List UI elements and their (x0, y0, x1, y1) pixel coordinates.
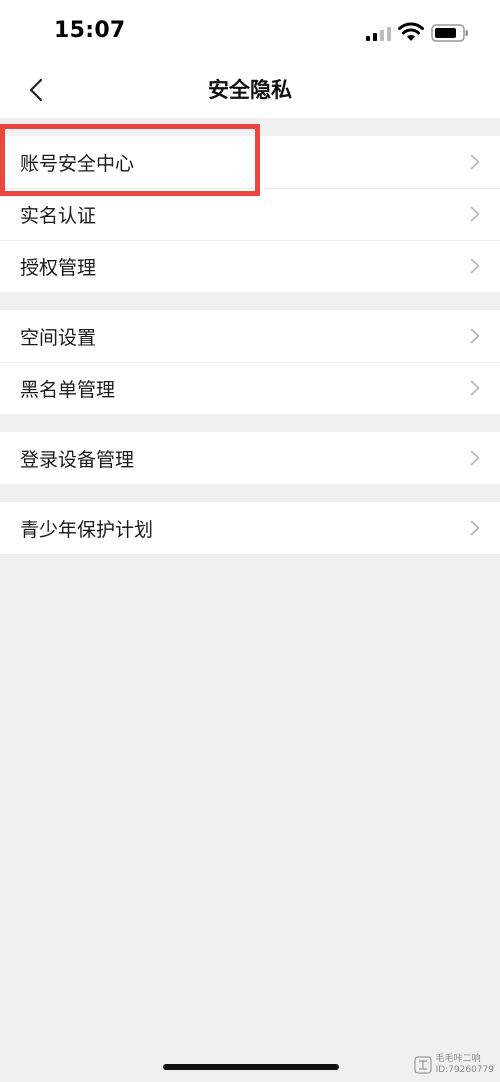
menu-item-authorization-management[interactable]: 授权管理 (0, 240, 500, 292)
menu-item-account-security-center[interactable]: 账号安全中心 (0, 136, 500, 188)
menu-item-space-settings[interactable]: 空间设置 (0, 310, 500, 362)
settings-group-space: 空间设置 黑名单管理 (0, 310, 500, 414)
chevron-right-icon (470, 154, 480, 170)
section-gap (0, 484, 500, 502)
menu-item-youth-protection-plan[interactable]: 青少年保护计划 (0, 502, 500, 554)
menu-item-label: 账号安全中心 (20, 152, 135, 175)
menu-item-blacklist-management[interactable]: 黑名单管理 (0, 362, 500, 414)
chevron-right-icon (470, 380, 480, 396)
menu-item-label: 实名认证 (20, 204, 97, 227)
navigation-bar: 安全隐私 (0, 64, 500, 118)
menu-item-label: 授权管理 (20, 256, 97, 279)
menu-item-label: 青少年保护计划 (20, 518, 154, 541)
battery-icon (431, 24, 468, 42)
watermark-text: 毛毛咔二响 ID:79260779 (436, 1054, 494, 1076)
watermark-line-2: ID:79260779 (435, 1065, 494, 1075)
chevron-right-icon (470, 206, 480, 222)
page-title: 安全隐私 (208, 78, 292, 102)
section-gap (0, 292, 500, 310)
menu-item-login-device-management[interactable]: 登录设备管理 (0, 432, 500, 484)
watermark: 毛毛咔二响 ID:79260779 (413, 1054, 494, 1076)
chevron-right-icon (470, 520, 480, 536)
menu-item-label: 登录设备管理 (20, 448, 135, 471)
section-gap (0, 414, 500, 432)
home-indicator[interactable] (163, 1064, 339, 1070)
settings-group-account: 账号安全中心 实名认证 授权管理 (0, 136, 500, 292)
status-time: 15:07 (54, 18, 126, 43)
menu-item-label: 空间设置 (20, 326, 97, 349)
chevron-right-icon (470, 328, 480, 344)
settings-group-devices: 登录设备管理 (0, 432, 500, 484)
watermark-line-1: 毛毛咔二响 (435, 1054, 481, 1064)
status-bar: 15:07 (0, 0, 500, 64)
section-gap (0, 118, 500, 136)
header-area: 15:07 安全隐私 (0, 0, 500, 118)
cellular-signal-icon (366, 27, 391, 41)
settings-group-youth: 青少年保护计划 (0, 502, 500, 554)
chevron-right-icon (470, 258, 480, 274)
menu-item-label: 黑名单管理 (20, 378, 116, 401)
wifi-icon (398, 22, 424, 41)
menu-item-real-name-verification[interactable]: 实名认证 (0, 188, 500, 240)
watermark-logo-icon (413, 1056, 432, 1074)
chevron-right-icon (470, 450, 480, 466)
